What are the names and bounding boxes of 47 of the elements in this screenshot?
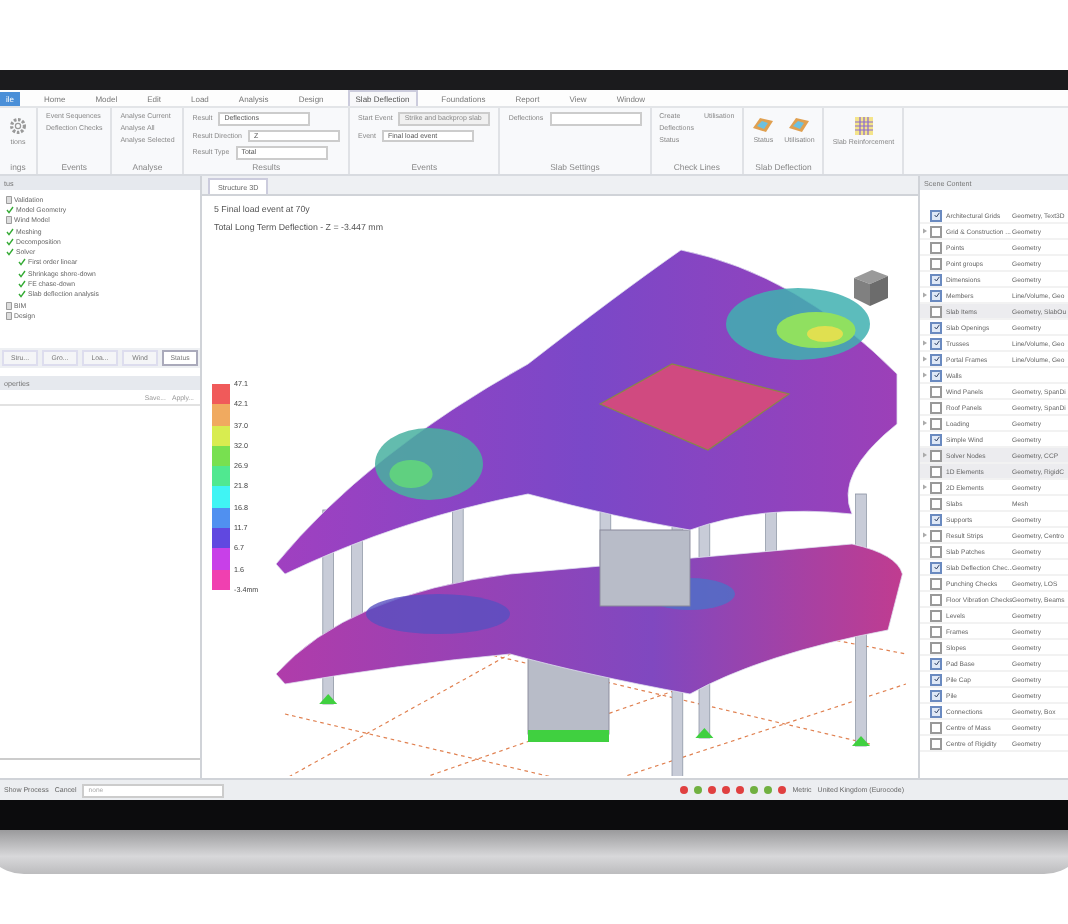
checkbox[interactable] <box>930 737 942 749</box>
checkbox[interactable] <box>930 465 942 477</box>
checkbox[interactable] <box>930 241 942 253</box>
slab-icon <box>788 116 811 134</box>
checkbox[interactable] <box>930 673 942 685</box>
checkbox[interactable] <box>930 641 942 653</box>
checkbox[interactable] <box>930 353 942 365</box>
checkbox[interactable] <box>930 593 942 605</box>
checkbox[interactable] <box>930 481 942 493</box>
dropdown[interactable] <box>549 112 642 125</box>
checkbox[interactable] <box>930 513 942 525</box>
checkbox[interactable] <box>930 449 942 461</box>
expand-icon[interactable] <box>922 419 928 425</box>
checkbox[interactable] <box>930 321 942 333</box>
checkbox[interactable] <box>930 529 942 541</box>
checkbox[interactable] <box>930 337 942 349</box>
checkbox[interactable] <box>930 561 942 573</box>
grid-icon <box>853 116 874 136</box>
checkbox[interactable] <box>930 705 942 717</box>
checkbox[interactable] <box>930 369 942 381</box>
checkbox[interactable] <box>930 401 942 413</box>
expand-icon[interactable] <box>922 291 928 297</box>
checkbox[interactable] <box>930 273 942 285</box>
expand-icon[interactable] <box>922 355 928 361</box>
expand-icon[interactable] <box>922 371 928 377</box>
checkbox[interactable] <box>930 657 942 669</box>
gear-icon <box>8 116 28 136</box>
checkbox[interactable] <box>930 385 942 397</box>
expand-icon[interactable] <box>922 531 928 537</box>
checkbox[interactable] <box>930 209 942 221</box>
checkbox[interactable] <box>930 225 942 237</box>
slab-icon <box>752 116 775 134</box>
checkbox[interactable] <box>930 689 942 701</box>
expand-icon[interactable] <box>922 339 928 345</box>
checkbox[interactable] <box>930 577 942 589</box>
checkbox[interactable] <box>930 545 942 557</box>
expand-icon[interactable] <box>922 451 928 457</box>
checkbox[interactable] <box>930 433 942 445</box>
expand-icon[interactable] <box>922 227 928 233</box>
checkbox[interactable] <box>930 609 942 621</box>
checkbox[interactable] <box>930 289 942 301</box>
checkbox[interactable] <box>930 721 942 733</box>
checkbox[interactable] <box>930 257 942 269</box>
checkbox[interactable] <box>930 625 942 637</box>
checkbox[interactable] <box>930 305 942 317</box>
checkbox[interactable] <box>930 497 942 509</box>
checkbox[interactable] <box>930 417 942 429</box>
